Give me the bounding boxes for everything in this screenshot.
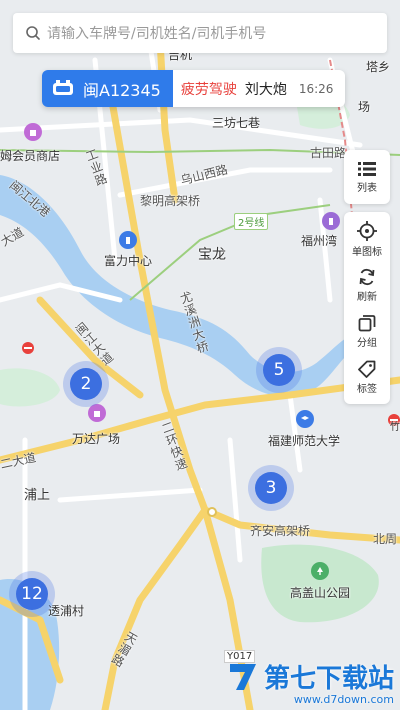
map-label: 姆会员商店 [0,149,61,163]
vehicle-cluster[interactable]: 2 [63,361,109,407]
vehicle-cluster[interactable]: 12 [9,571,55,617]
cluster-count: 2 [70,368,102,400]
watermark-logo-icon [229,663,256,690]
tag-label: 标签 [357,383,377,395]
single-icon-button[interactable]: 单图标 [344,216,390,262]
watermark-url: www.d7down.com [293,693,394,706]
vehicle-cluster[interactable]: 5 [256,347,302,393]
building-poi-icon [119,231,137,249]
map-label: 竹 [390,422,400,433]
list-label: 列表 [357,182,377,194]
park-poi-icon [311,562,329,580]
refresh-icon [359,268,375,285]
status-box: 疲劳驾驶 刘大炮 16:26 [172,70,346,107]
map-label: 塔乡 [366,60,391,74]
list-icon [358,161,376,176]
map-label: 福州湾 [301,234,338,248]
refresh-label: 刷新 [357,291,377,303]
map-label: 黎明高架桥 [140,194,201,208]
map-label: 浦上 [24,488,51,503]
locate-icon [357,220,377,241]
group-label: 分组 [357,337,377,349]
map-label: 高盖山公园 [290,586,351,600]
map-label: 北周 [373,532,398,546]
map-tool-panel: 列表 单图标 刷新 分组 标签 [344,150,390,412]
map-label: 透浦村 [48,604,85,618]
vehicle-info-card[interactable]: 闽A12345 疲劳驾驶 刘大炮 16:26 [42,70,346,107]
search-bar[interactable]: 请输入车牌号/司机姓名/司机手机号 [13,13,387,53]
search-input[interactable]: 请输入车牌号/司机姓名/司机手机号 [47,23,266,43]
map-actions-group: 单图标 刷新 分组 标签 [344,212,390,404]
list-group: 列表 [344,150,390,204]
tag-icon [358,360,376,378]
plate-number: 闽A12345 [83,80,161,100]
cluster-count: 12 [16,578,48,610]
group-icon [358,314,376,331]
shopping-poi-icon [24,123,42,141]
map-label: 富力中心 [104,254,153,268]
group-button[interactable]: 分组 [344,308,390,354]
cluster-count: 5 [263,354,295,386]
map-label: 齐安高架桥 [250,524,311,538]
map-label: 福建师范大学 [268,434,341,448]
shopping-poi-icon [88,404,106,422]
school-poi-icon [296,410,314,428]
single-icon-label: 单图标 [352,246,382,258]
building-poi-icon [322,212,340,230]
watermark-title: 第七下载站 [263,664,394,694]
cluster-count: 3 [255,472,287,504]
search-icon [26,26,40,40]
plate-box[interactable]: 闽A12345 [42,70,173,107]
map-label: 三坊七巷 [212,116,261,130]
driver-name: 刘大炮 [244,81,287,98]
map-label: 2号线 [234,213,269,230]
vehicle-icon [53,79,73,95]
status-warning: 疲劳驾驶 [180,81,237,98]
watermark: 第七下载站 www.d7down.com [226,658,394,706]
map-label: 宝龙 [198,247,226,263]
vehicle-cluster[interactable]: 3 [248,465,294,511]
map-label: 万达广场 [72,432,121,446]
status-time: 16:26 [298,81,334,96]
refresh-button[interactable]: 刷新 [344,262,390,308]
map-label: 场 [358,100,371,114]
map-label: 古田路 [310,146,347,160]
tag-button[interactable]: 标签 [344,354,390,400]
list-button[interactable]: 列表 [344,154,390,200]
